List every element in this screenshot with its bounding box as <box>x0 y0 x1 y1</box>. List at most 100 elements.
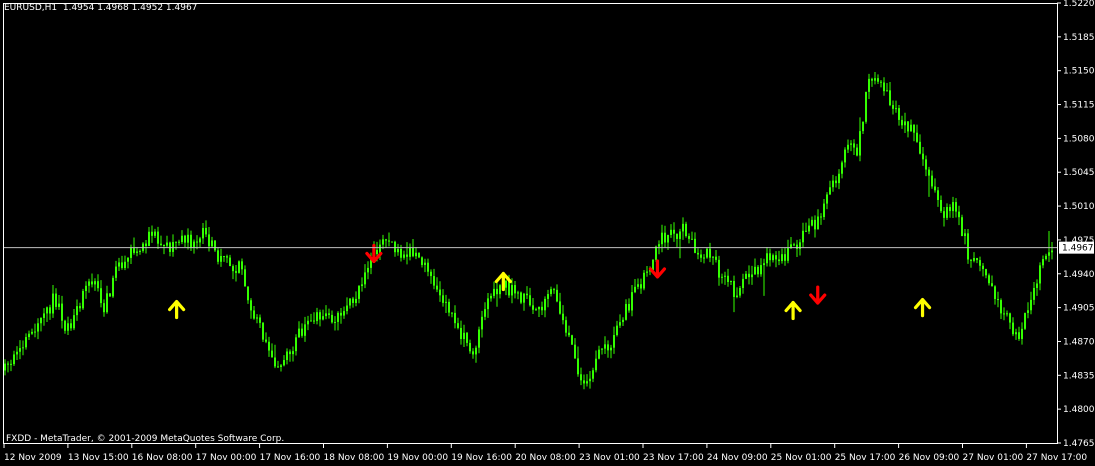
candle-body <box>691 238 693 240</box>
candle-body <box>733 281 735 297</box>
candle-body <box>388 240 390 242</box>
candle-body <box>421 257 423 265</box>
candle-body <box>223 255 225 257</box>
candle-body <box>307 320 309 325</box>
candle-body <box>640 284 642 289</box>
current-price-label: 1.4967 <box>1062 244 1094 254</box>
candle-body <box>910 124 912 132</box>
y-tick-label: 1.5080 <box>1063 134 1095 144</box>
candle <box>418 252 420 259</box>
candle-body <box>289 351 291 355</box>
candle-body <box>157 231 159 244</box>
candle-body <box>784 254 786 261</box>
candle-body <box>409 247 411 257</box>
candle-body <box>877 78 879 82</box>
candle <box>1024 312 1026 331</box>
candle-body <box>217 250 219 262</box>
candle-body <box>277 366 279 368</box>
copyright-text: FXDD - MetaTrader, © 2001-2009 MetaQuote… <box>6 434 285 444</box>
candle-body <box>661 232 663 245</box>
candle-body <box>808 225 810 232</box>
candle-body <box>115 266 117 278</box>
x-tick-label: 16 Nov 08:00 <box>132 453 193 463</box>
candle-body <box>1048 252 1050 256</box>
candle-body <box>973 258 975 261</box>
candle-body <box>781 254 783 262</box>
candle-body <box>586 381 588 384</box>
candle-body <box>460 327 462 339</box>
candle-body <box>130 248 132 258</box>
candle-body <box>520 292 522 303</box>
candle-body <box>583 380 585 384</box>
candle-body <box>772 255 774 261</box>
candle-body <box>919 141 921 154</box>
candle-body <box>484 309 486 317</box>
candle-body <box>664 232 666 243</box>
candle-body <box>523 293 525 303</box>
candle-body <box>331 314 333 323</box>
candle-body <box>454 312 456 324</box>
candle-body <box>577 358 579 375</box>
candle-body <box>40 317 42 324</box>
x-tick-label: 13 Nov 15:00 <box>68 453 129 463</box>
candle-body <box>52 293 54 314</box>
candle-body <box>598 349 600 359</box>
candle-body <box>154 231 156 236</box>
candle-body <box>463 332 465 339</box>
candle-body <box>88 281 90 286</box>
candle-body <box>850 143 852 145</box>
candle-body <box>1000 300 1002 314</box>
candle-body <box>634 286 636 293</box>
candle-body <box>940 200 942 212</box>
candle-body <box>196 241 198 243</box>
candle-body <box>643 272 645 289</box>
candle-body <box>31 331 33 334</box>
candle-body <box>271 350 273 358</box>
candle-body <box>928 169 930 176</box>
candle-body <box>757 266 759 275</box>
candle-body <box>340 312 342 316</box>
candle-body <box>1036 283 1038 288</box>
candle-body <box>970 259 972 261</box>
candle-body <box>979 260 981 266</box>
candle-body <box>601 348 603 350</box>
candle-body <box>931 175 933 187</box>
candle-body <box>706 248 708 258</box>
candle-body <box>535 309 537 311</box>
candle-body <box>1012 322 1014 335</box>
candle-body <box>82 291 84 309</box>
candle-body <box>349 298 351 306</box>
price-chart[interactable]: 1.5220 1.5185 1.5150 1.5115 1.5080 1.5045 1.50… <box>0 0 1095 466</box>
candle-body <box>274 357 276 367</box>
candle-body <box>754 266 756 275</box>
candle-body <box>1015 332 1017 335</box>
candle-body <box>298 328 300 338</box>
candle-body <box>901 119 903 126</box>
candle-body <box>76 306 78 316</box>
candle-body <box>712 256 714 258</box>
x-tick-label: 27 Nov 01:00 <box>963 453 1024 463</box>
y-tick-label: 1.5010 <box>1063 202 1095 212</box>
candle-body <box>211 240 213 247</box>
candle <box>706 248 708 259</box>
candle-body <box>559 301 561 314</box>
candle-body <box>259 317 261 323</box>
candle-body <box>1030 299 1032 311</box>
y-tick-label: 1.5185 <box>1063 33 1095 43</box>
candle-body <box>694 238 696 253</box>
x-tick-label: 17 Nov 16:00 <box>260 453 321 463</box>
candle-body <box>604 344 606 349</box>
y-tick-label: 1.4870 <box>1063 337 1095 347</box>
candle-body <box>1024 312 1026 329</box>
candle-body <box>574 344 576 359</box>
candle-body <box>868 78 870 92</box>
candle-body <box>202 227 204 239</box>
candle-body <box>292 351 294 355</box>
candle-body <box>253 310 255 319</box>
candle-body <box>37 323 39 332</box>
candle-body <box>268 341 270 351</box>
candle-body <box>589 378 591 382</box>
candle-body <box>325 313 327 317</box>
candle-body <box>895 108 897 110</box>
candle-body <box>214 240 216 251</box>
